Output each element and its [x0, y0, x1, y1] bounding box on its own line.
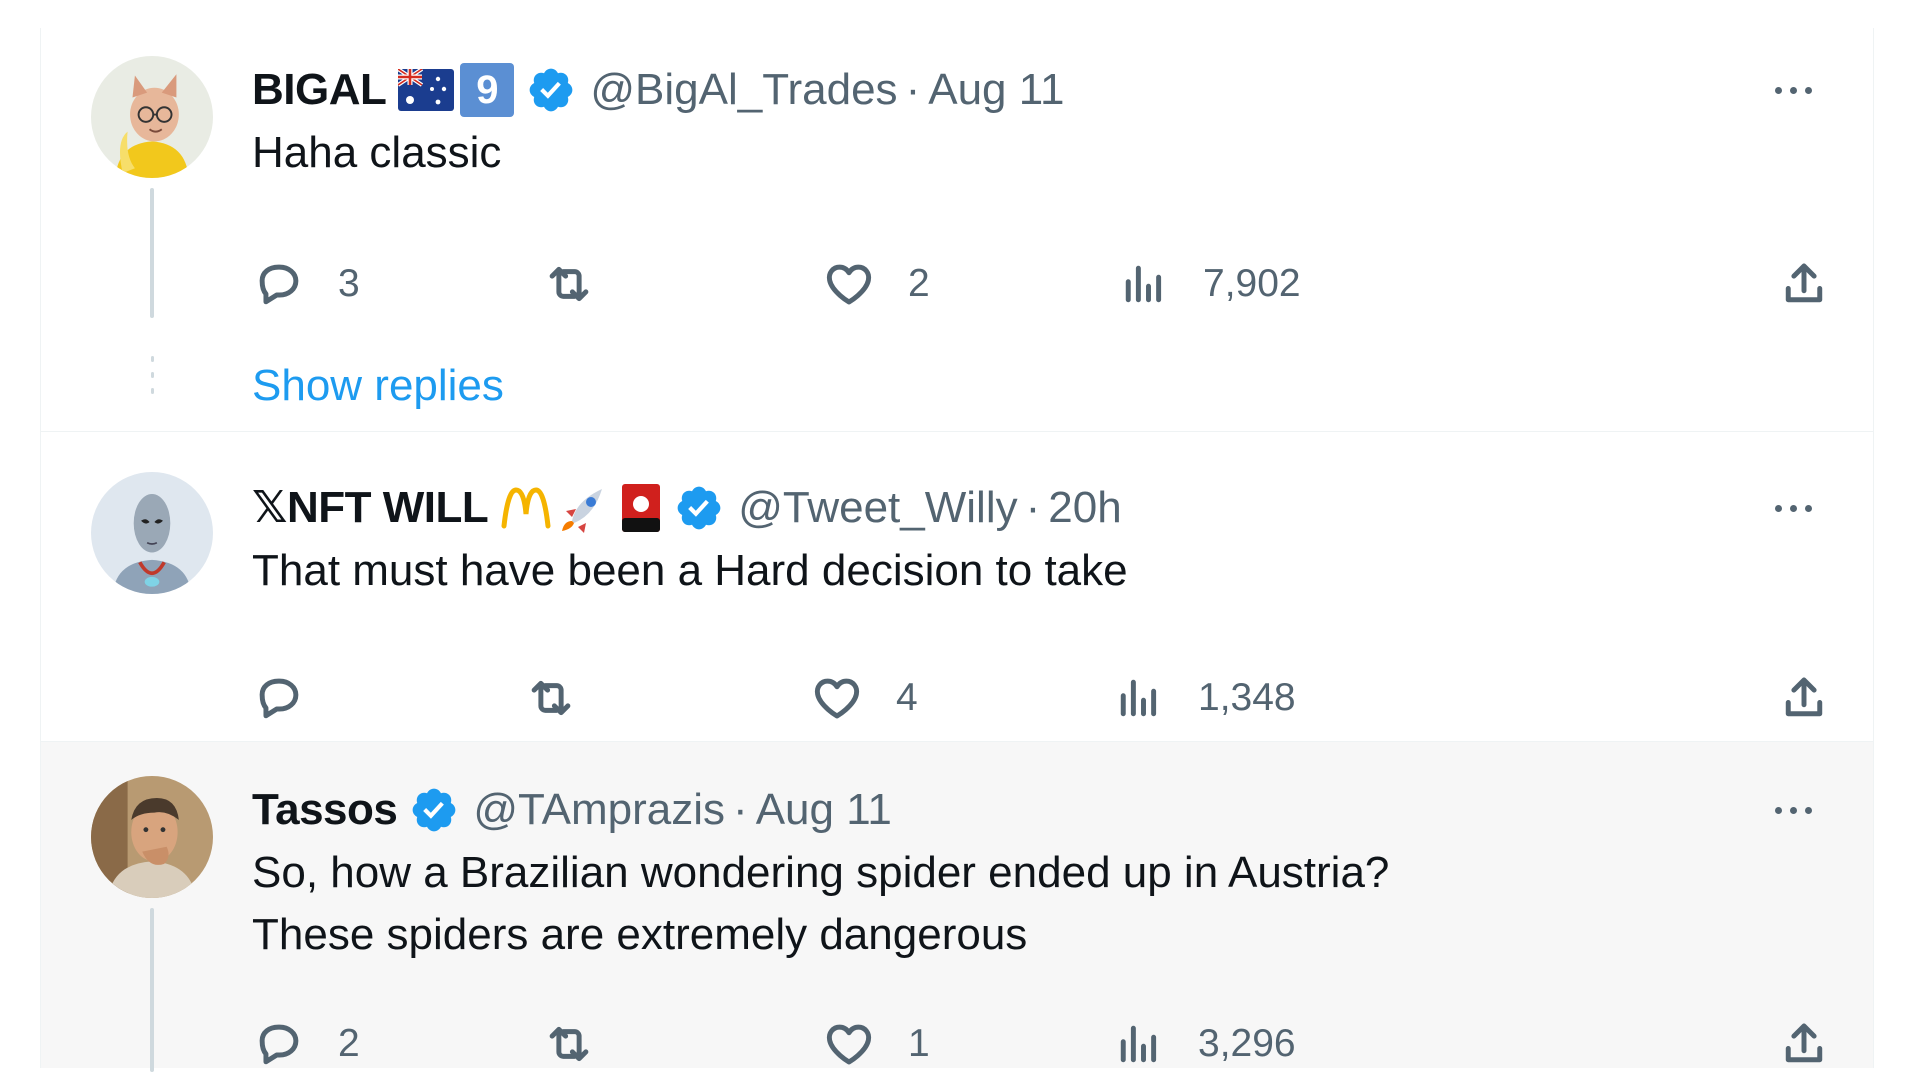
- reply-count: 3: [338, 262, 360, 305]
- share-button[interactable]: [1777, 1014, 1831, 1074]
- share-icon: [1785, 263, 1823, 303]
- reply-button[interactable]: 2: [252, 1014, 360, 1074]
- avatar[interactable]: [91, 56, 213, 178]
- separator-dot: ·: [905, 65, 921, 114]
- reply-tweet-tassos[interactable]: Tassos @TAmprazis · Aug 11 So, how a Bra…: [41, 742, 1873, 1072]
- thread-dots: [149, 356, 155, 404]
- repost-button[interactable]: [524, 668, 610, 728]
- like-button[interactable]: 1: [822, 1014, 930, 1074]
- user-handle[interactable]: @Tweet_Willy: [738, 480, 1017, 536]
- avatar[interactable]: [91, 776, 213, 898]
- repost-icon: [531, 680, 571, 716]
- alien-avatar-image: [91, 472, 213, 594]
- tweet-header: BIGAL 9 @BigAl_Trades · Aug 11: [252, 62, 1064, 118]
- tweet-actions: 4 1,348: [252, 668, 1823, 728]
- repost-icon: [549, 266, 589, 302]
- display-name[interactable]: BIGAL: [252, 62, 387, 118]
- heart-icon: [826, 1024, 872, 1065]
- more-options-icon[interactable]: [1763, 62, 1823, 118]
- thread-line: [150, 908, 154, 1072]
- tweet-text-line: These spiders are extremely dangerous: [252, 910, 1028, 959]
- views-count: 3,296: [1198, 1022, 1296, 1065]
- like-count: 1: [908, 1022, 930, 1065]
- like-button[interactable]: 2: [822, 254, 930, 314]
- verified-badge-icon[interactable]: [409, 785, 459, 835]
- reply-button[interactable]: [252, 668, 338, 728]
- red-card-icon: [620, 482, 662, 534]
- reply-icon: [259, 264, 299, 305]
- timestamp[interactable]: Aug 11: [756, 782, 892, 838]
- tweet-header: Tassos @TAmprazis · Aug 11: [252, 782, 892, 838]
- show-replies-link[interactable]: Show replies: [252, 361, 504, 411]
- number-9-badge-icon: 9: [460, 63, 515, 117]
- reply-count: 2: [338, 1022, 360, 1065]
- share-button[interactable]: [1777, 254, 1831, 314]
- rocket-icon: [558, 481, 612, 535]
- like-count: 4: [896, 676, 918, 719]
- more-options-icon[interactable]: [1763, 782, 1823, 838]
- reply-icon: [259, 1024, 299, 1065]
- views-count: 7,902: [1203, 262, 1301, 305]
- views-button[interactable]: 7,902: [1117, 254, 1301, 314]
- cat-avatar-image: [91, 56, 213, 178]
- reply-button[interactable]: 3: [252, 254, 360, 314]
- repost-button[interactable]: [542, 254, 628, 314]
- repost-icon: [549, 1026, 589, 1062]
- timestamp[interactable]: 20h: [1048, 480, 1121, 536]
- views-chart-icon: [1120, 1025, 1157, 1063]
- tweet-actions: 2 1 3,296: [252, 1014, 1823, 1074]
- user-handle[interactable]: @BigAl_Trades: [590, 62, 897, 118]
- mcdonalds-arches-icon: [500, 486, 552, 530]
- tweet-text-line: So, how a Brazilian wondering spider end…: [252, 848, 1390, 897]
- share-button[interactable]: [1777, 668, 1831, 728]
- like-button[interactable]: 4: [810, 668, 918, 728]
- share-icon: [1785, 677, 1823, 717]
- australia-flag-icon: [398, 69, 455, 111]
- like-count: 2: [908, 262, 930, 305]
- views-button[interactable]: 1,348: [1112, 668, 1296, 728]
- timestamp[interactable]: Aug 11: [928, 62, 1064, 118]
- more-options-icon[interactable]: [1763, 480, 1823, 536]
- heart-icon: [814, 678, 860, 719]
- reply-icon: [259, 678, 299, 719]
- user-handle[interactable]: @TAmprazis: [473, 782, 725, 838]
- tweet-actions: 3 2 7,902: [252, 254, 1823, 314]
- verified-badge-icon[interactable]: [526, 65, 576, 115]
- heart-icon: [826, 264, 872, 305]
- tweet-text-line: That must have been a Hard decision to t…: [252, 546, 1128, 595]
- views-button[interactable]: 3,296: [1112, 1014, 1296, 1074]
- reply-tweet-bigal[interactable]: BIGAL 9 @BigAl_Trades · Aug 11 Haha clas…: [41, 28, 1873, 432]
- man-avatar-image: [91, 776, 213, 898]
- thread-line: [150, 188, 154, 318]
- display-name[interactable]: Tassos: [252, 782, 398, 838]
- views-chart-icon: [1125, 265, 1162, 303]
- tweet-header: 𝕏NFT WILL @Tweet_Willy · 20h: [252, 480, 1122, 536]
- display-name[interactable]: 𝕏NFT WILL: [252, 480, 489, 536]
- avatar[interactable]: [91, 472, 213, 594]
- replies-timeline: BIGAL 9 @BigAl_Trades · Aug 11 Haha clas…: [40, 28, 1874, 1072]
- views-count: 1,348: [1198, 676, 1296, 719]
- separator-dot: ·: [733, 785, 748, 834]
- tweet-text: So, how a Brazilian wondering spider end…: [252, 842, 1389, 966]
- repost-button[interactable]: [542, 1014, 628, 1074]
- separator-dot: ·: [1025, 483, 1041, 532]
- tweet-text: That must have been a Hard decision to t…: [252, 540, 1128, 602]
- reply-tweet-xnft-will[interactable]: 𝕏NFT WILL @Tweet_Willy · 20h That must h…: [41, 432, 1873, 742]
- views-chart-icon: [1120, 679, 1157, 717]
- share-icon: [1785, 1023, 1823, 1063]
- tweet-text-line: Haha classic: [252, 128, 502, 177]
- tweet-text: Haha classic: [252, 122, 501, 184]
- verified-badge-icon[interactable]: [674, 483, 724, 533]
